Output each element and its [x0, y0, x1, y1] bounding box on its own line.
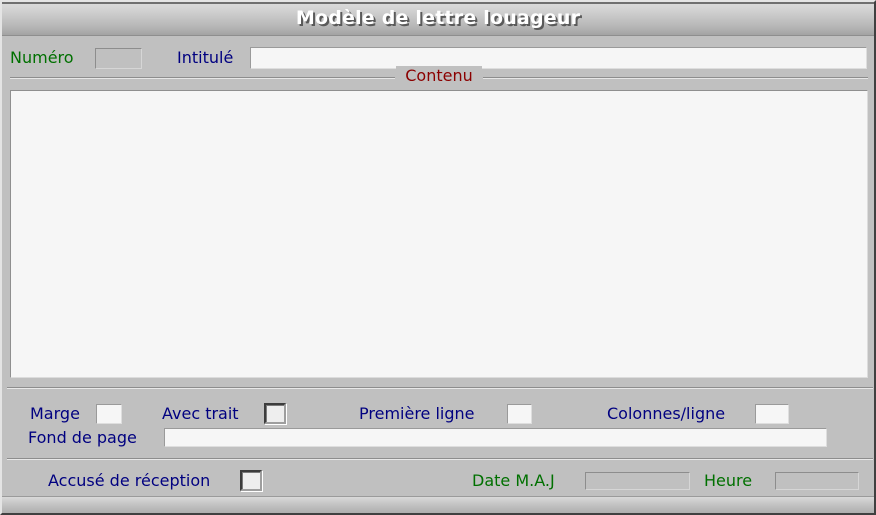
date-maj-label: Date M.A.J	[472, 471, 555, 490]
avec-trait-label: Avec trait	[162, 404, 239, 423]
fond-de-page-input[interactable]	[164, 428, 827, 447]
colonnes-ligne-label: Colonnes/ligne	[607, 404, 726, 423]
marge-label: Marge	[30, 404, 80, 423]
premiere-ligne-input[interactable]	[507, 404, 532, 424]
application-window: Modèle de lettre louageur Numéro Intitul…	[0, 0, 876, 515]
bottom-status-bar	[2, 496, 874, 513]
heure-input	[775, 472, 859, 490]
heure-label: Heure	[704, 471, 753, 490]
contenu-legend-text: Contenu	[396, 66, 482, 85]
colonnes-ligne-input[interactable]	[755, 404, 789, 424]
premiere-ligne-label: Première ligne	[359, 404, 475, 423]
options-separator	[7, 387, 873, 389]
status-separator	[7, 458, 873, 460]
contenu-group-header: Contenu	[10, 66, 868, 85]
date-maj-input	[585, 472, 690, 490]
accuse-reception-checkbox[interactable]	[240, 470, 262, 491]
marge-input[interactable]	[96, 404, 122, 424]
avec-trait-checkbox[interactable]	[264, 403, 286, 424]
contenu-textarea[interactable]	[11, 91, 867, 377]
contenu-field-wrapper	[10, 90, 868, 378]
contenu-legend: Contenu	[10, 66, 868, 85]
title-bar: Modèle de lettre louageur	[2, 2, 874, 36]
window-title: Modèle de lettre louageur	[295, 7, 581, 29]
fond-de-page-label: Fond de page	[28, 428, 137, 447]
accuse-reception-label: Accusé de réception	[48, 471, 211, 490]
numero-label: Numéro	[10, 48, 74, 67]
intitule-label: Intitulé	[177, 48, 234, 67]
